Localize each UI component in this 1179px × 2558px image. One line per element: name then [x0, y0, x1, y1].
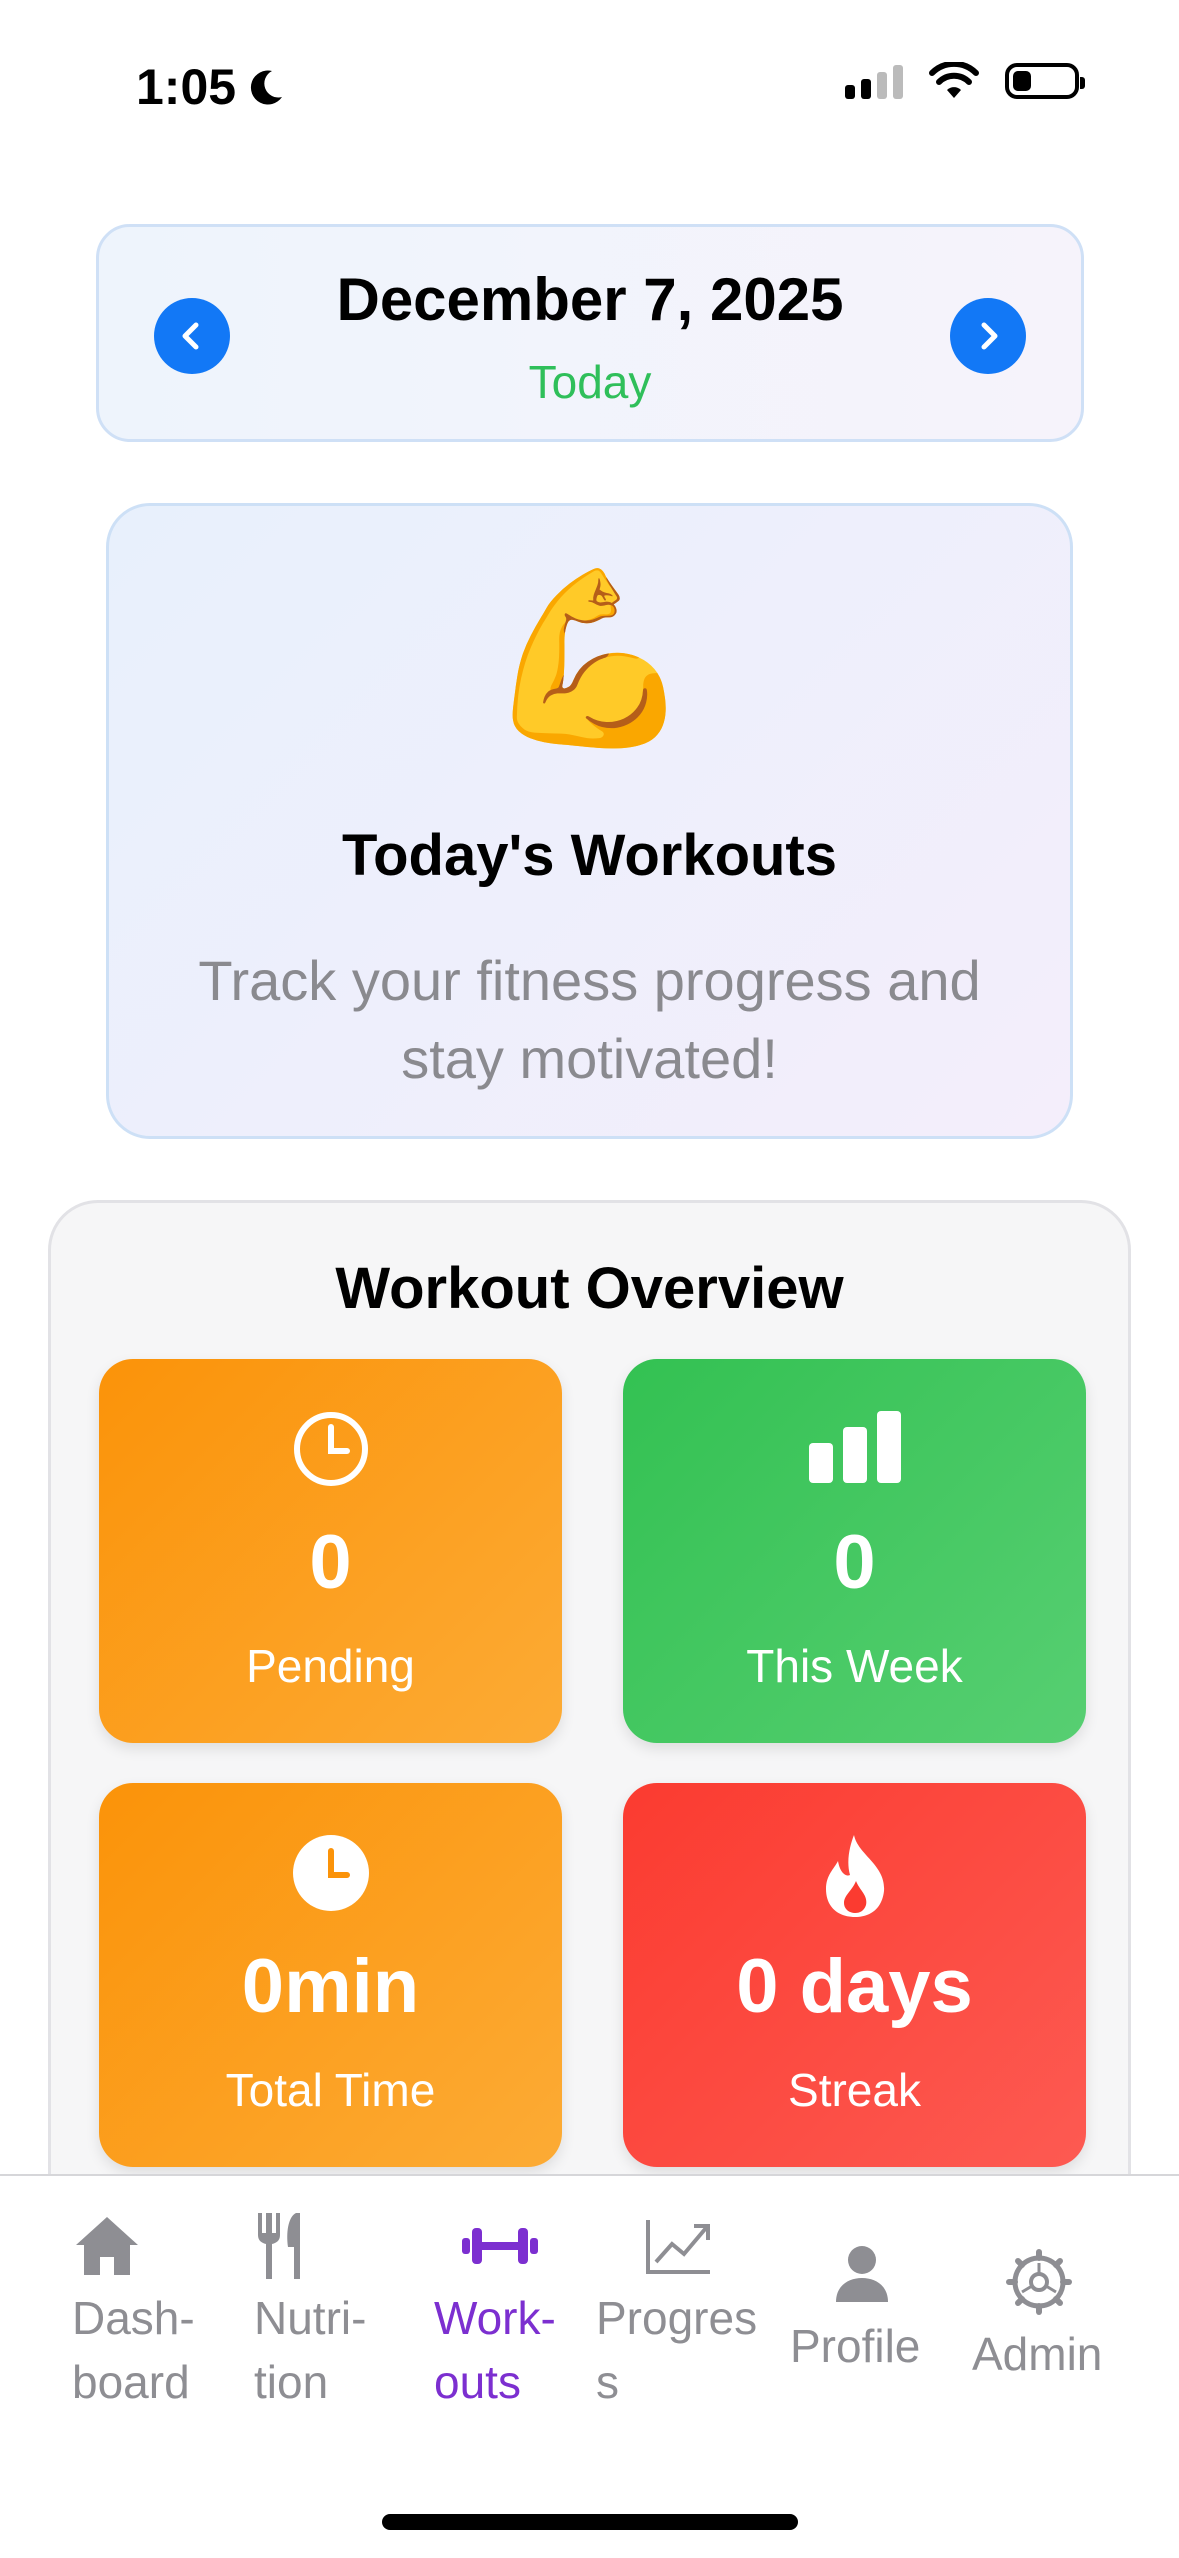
tab-profile[interactable]: Profile [790, 2206, 980, 2378]
streak-stat-card[interactable]: 0 days Streak [623, 1783, 1086, 2167]
battery-icon [1005, 63, 1085, 99]
tab-label: Nutri- [254, 2292, 367, 2344]
chevron-right-icon [981, 322, 998, 350]
tab-dashboard[interactable]: Dash- board [72, 2206, 262, 2414]
pending-stat-card[interactable]: 0 Pending [99, 1359, 562, 1743]
tab-label: s [596, 2356, 619, 2408]
tab-label: Progres [596, 2292, 758, 2344]
wifi-icon [929, 62, 979, 98]
clock-filled-icon [292, 1835, 369, 1911]
total-time-stat-card[interactable]: 0min Total Time [99, 1783, 562, 2167]
person-icon [836, 2246, 888, 2302]
tab-label: Dash- [72, 2292, 195, 2344]
streak-value: 0 days [736, 1944, 973, 2029]
tab-label: tion [254, 2356, 329, 2408]
status-icons [845, 62, 1085, 100]
streak-label: Streak [788, 2064, 921, 2116]
relative-date-label: Today [528, 356, 652, 408]
fork-knife-icon [258, 2213, 300, 2279]
house-icon [76, 2217, 138, 2275]
status-time-text: 1:05 [136, 59, 237, 115]
flame-icon [825, 1835, 884, 1917]
clock-outline-icon [293, 1412, 368, 1486]
flexed-biceps-icon: 💪 [483, 564, 696, 754]
bottom-tab-bar: Dash- board Nutri- tion Work- outs Progr… [0, 2174, 1179, 2558]
total-time-label: Total Time [225, 2064, 436, 2116]
tab-label: Admin [972, 2328, 1103, 2380]
overview-title: Workout Overview [335, 1256, 844, 1321]
pending-label: Pending [246, 1640, 415, 1692]
status-time: 1:05 [136, 58, 286, 116]
cellular-signal-icon [845, 63, 903, 99]
tab-nutrition[interactable]: Nutri- tion [254, 2206, 444, 2414]
next-day-button[interactable] [950, 298, 1026, 374]
moon-icon [250, 70, 283, 105]
hero-subtitle: Track your fitness progress and stay mot… [198, 949, 981, 1090]
total-time-value: 0min [241, 1944, 420, 2029]
this-week-stat-card[interactable]: 0 This Week [623, 1359, 1086, 1743]
tab-label: board [72, 2356, 190, 2408]
chart-line-icon [646, 2220, 710, 2274]
tab-progress[interactable]: Progres s [596, 2206, 786, 2414]
hero-title: Today's Workouts [341, 823, 838, 888]
workout-overview-panel: Workout Overview 0 Pending 0 This Week 0… [48, 1200, 1131, 2300]
pending-value: 0 [309, 1520, 352, 1605]
current-date: December 7, 2025 [336, 266, 844, 333]
dumbbell-icon [462, 2228, 538, 2264]
workouts-hero-card: 💪 Today's Workouts Track your fitness pr… [106, 503, 1073, 1139]
gear-icon [1006, 2249, 1072, 2315]
date-navigator: December 7, 2025 Today [96, 224, 1084, 442]
tab-label: Profile [790, 2320, 921, 2372]
bar-chart-icon [808, 1411, 901, 1483]
home-indicator[interactable] [382, 2514, 798, 2530]
tab-admin[interactable]: Admin [972, 2206, 1162, 2386]
this-week-label: This Week [746, 1640, 963, 1692]
this-week-value: 0 [833, 1520, 876, 1605]
